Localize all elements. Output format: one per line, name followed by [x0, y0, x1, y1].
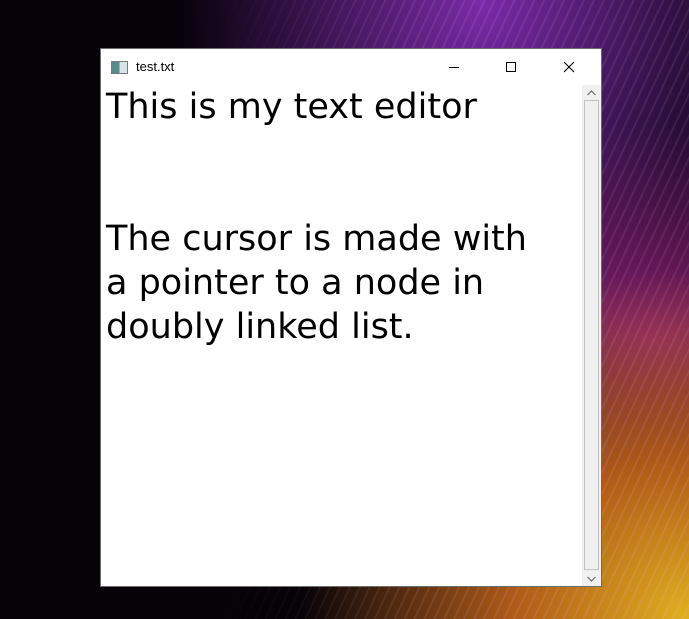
close-icon	[563, 61, 575, 73]
maximize-icon	[506, 62, 516, 72]
scroll-up-button[interactable]	[582, 85, 601, 100]
scroll-down-button[interactable]	[582, 571, 601, 586]
title-bar[interactable]: test.txt	[101, 49, 601, 85]
minimize-icon	[449, 66, 459, 68]
text-line: doubly linked list.	[106, 307, 414, 347]
text-line: a pointer to a node in	[106, 263, 485, 303]
chevron-down-icon	[587, 576, 596, 582]
vertical-scrollbar[interactable]	[582, 85, 601, 586]
minimize-button[interactable]	[431, 49, 477, 85]
text-line: This is my text editor	[106, 87, 477, 127]
editor-window: test.txt This is my text editor The curs…	[101, 49, 601, 586]
text-line: The cursor is made with	[106, 219, 527, 259]
app-window-icon[interactable]	[111, 61, 128, 74]
close-button[interactable]	[546, 49, 592, 85]
maximize-button[interactable]	[488, 49, 534, 85]
chevron-up-icon	[587, 89, 596, 95]
scrollbar-thumb[interactable]	[584, 100, 599, 570]
text-area[interactable]: This is my text editor The cursor is mad…	[101, 85, 582, 586]
window-title: test.txt	[136, 59, 175, 74]
